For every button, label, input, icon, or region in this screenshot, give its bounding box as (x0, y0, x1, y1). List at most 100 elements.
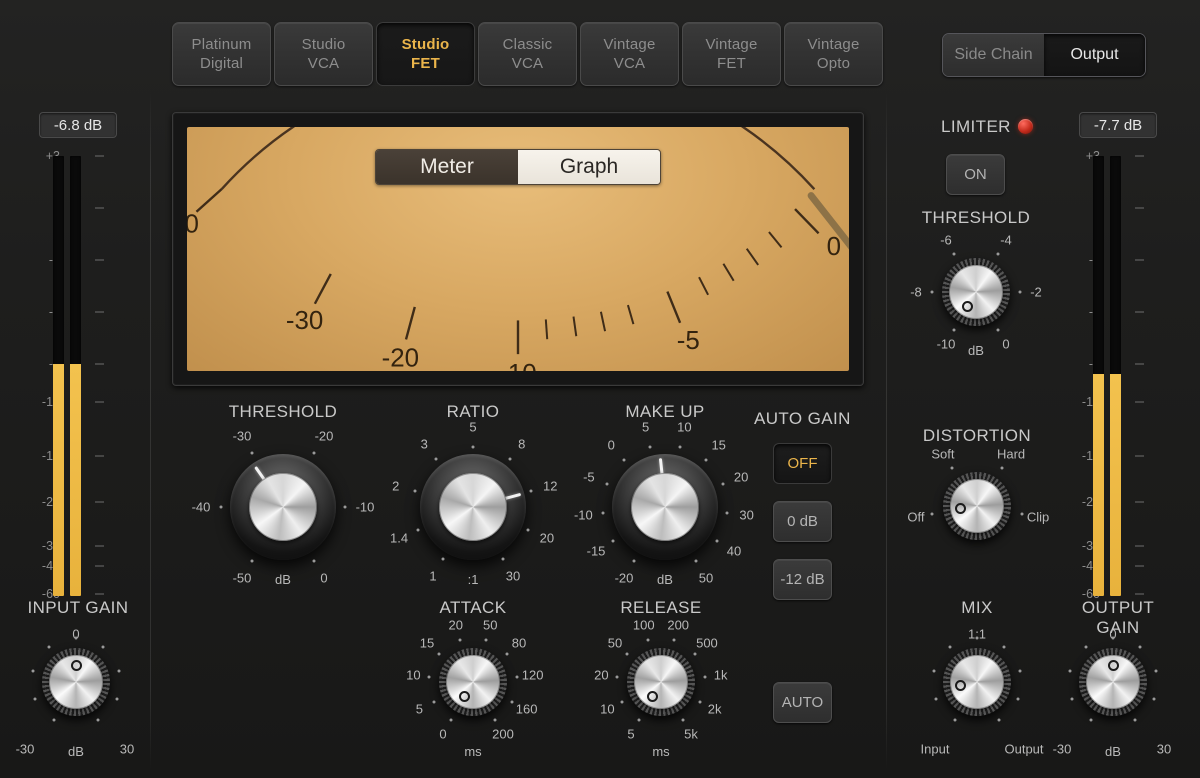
release-tick-dot (693, 652, 697, 656)
limiter-threshold-tick-dot (952, 328, 956, 332)
makeup-knob[interactable] (612, 454, 718, 560)
limiter-threshold-tick-dot (996, 252, 1000, 256)
threshold-tick-dot (343, 505, 347, 509)
vu-major-tick (794, 208, 820, 235)
output-gain-knob[interactable] (1079, 648, 1147, 716)
mix-tick-dot (953, 718, 957, 722)
makeup-tick-dot (721, 482, 725, 486)
mix-tick-dot (934, 697, 938, 701)
input-gain-tick-dot (96, 718, 100, 722)
release-tick-dot (703, 675, 707, 679)
model-button-classic-vca[interactable]: Classic VCA (478, 22, 577, 86)
model-button-line1: Vintage (705, 36, 758, 53)
release-tick-dot (672, 638, 676, 642)
tab-output[interactable]: Output (1044, 34, 1145, 76)
auto-gain-minus12db-button[interactable]: -12 dB (773, 559, 832, 600)
distortion-tick-dot (1000, 466, 1004, 470)
attack-tick-dot (449, 718, 453, 722)
input-meter-scale-dash (95, 501, 104, 503)
attack-knob[interactable] (439, 648, 507, 716)
output-gain-tick-dot (1084, 645, 1088, 649)
limiter-threshold-tick-dot (930, 290, 934, 294)
limiter-threshold-control: THRESHOLD dB -10 -8 -6 -4 -2 0 (903, 208, 1049, 358)
tab-side-chain[interactable]: Side Chain (943, 34, 1044, 76)
auto-release-button[interactable]: AUTO (773, 682, 832, 723)
mix-tick-dot (1018, 669, 1021, 673)
release-tick-label: 2k (707, 701, 722, 717)
release-tick-dot (681, 718, 685, 722)
ratio-tick-dot (441, 557, 445, 561)
release-knob[interactable] (627, 648, 695, 716)
distortion-tick-dot (1020, 512, 1024, 516)
model-button-studio-vca[interactable]: Studio VCA (274, 22, 373, 86)
attack-control: ATTACK ms 0 5 10 15 20 50 80 120 160 200 (400, 598, 546, 763)
input-meter-scale-dash (95, 401, 104, 403)
output-meter-column: -7.7 dB +30-3-6-9-12-18-24-30-40-60 OUTP… (1058, 112, 1178, 637)
input-meter-scale-dash (95, 593, 104, 595)
input-meter-scale-dash (95, 545, 104, 547)
ratio-tick-label: 2 (392, 478, 400, 494)
makeup-tick-dot (725, 511, 729, 515)
limiter-on-button[interactable]: ON (946, 154, 1005, 195)
mix-label: MIX (961, 598, 993, 617)
vu-tick-label: -20 (382, 345, 419, 371)
vu-meter-display: -50-30-20-10-50 Meter Graph (172, 112, 864, 386)
input-gain-knob[interactable] (42, 648, 110, 716)
output-gain-tick-dot (1154, 669, 1157, 673)
toggle-meter[interactable]: Meter (376, 150, 518, 184)
model-button-platinum-digital[interactable]: Platinum Digital (172, 22, 271, 86)
model-button-vintage-vca[interactable]: Vintage VCA (580, 22, 679, 86)
input-meter-scale-dash (95, 565, 104, 567)
release-tick-dot (625, 652, 629, 656)
vu-minor-tick (544, 319, 549, 340)
vu-minor-tick (626, 304, 635, 325)
distortion-knob[interactable] (943, 472, 1011, 540)
release-tick-dot (698, 700, 702, 704)
attack-tick-label: 5 (415, 701, 423, 717)
vu-minor-tick (698, 276, 709, 296)
panel-divider-left (150, 92, 151, 770)
attack-unit: ms (464, 744, 482, 759)
output-gain-tick-dot (1068, 669, 1072, 673)
vu-minor-tick (599, 311, 607, 332)
model-button-vintage-fet[interactable]: Vintage FET (682, 22, 781, 86)
input-gain-tick-dot (47, 645, 51, 649)
mix-knob[interactable] (943, 648, 1011, 716)
output-meter-scale-dash (1135, 311, 1144, 313)
auto-gain-0db-button[interactable]: 0 dB (773, 501, 832, 542)
attack-tick-dot (505, 652, 509, 656)
output-meter-scale-dash (1135, 207, 1144, 209)
limiter-threshold-knob[interactable] (942, 258, 1010, 326)
threshold-knob[interactable] (230, 454, 336, 560)
output-meter-scale-dash (1135, 155, 1144, 157)
ratio-knob[interactable] (420, 454, 526, 560)
auto-gain-off-button[interactable]: OFF (773, 443, 832, 484)
ratio-tick-label: 12 (543, 478, 558, 494)
makeup-tick-label: 50 (698, 570, 714, 586)
makeup-tick-label: -20 (614, 570, 634, 586)
panel-divider-right (886, 92, 887, 770)
threshold-tick-dot (250, 559, 254, 563)
model-button-line1: Classic (502, 36, 553, 53)
model-button-line2: VCA (613, 55, 646, 72)
model-button-vintage-opto[interactable]: Vintage Opto (784, 22, 883, 86)
mix-input-label: Input (920, 741, 950, 757)
limiter-threshold-label: THRESHOLD (921, 208, 1031, 227)
release-unit: ms (652, 744, 670, 759)
model-button-studio-fet[interactable]: Studio FET (376, 22, 475, 86)
toggle-graph[interactable]: Graph (518, 150, 660, 184)
vu-major-tick (404, 306, 416, 340)
model-button-line1: Vintage (807, 36, 860, 53)
input-meter-bars (53, 156, 87, 596)
release-tick-dot (646, 638, 650, 642)
ratio-tick-dot (416, 528, 420, 532)
ratio-tick-dot (526, 528, 530, 532)
release-tick-label: 20 (594, 667, 609, 683)
threshold-tick-dot (250, 451, 254, 455)
vu-tick-label: -30 (286, 307, 323, 335)
makeup-tick-label: -15 (586, 543, 606, 559)
makeup-tick-dot (715, 539, 719, 543)
attack-label: ATTACK (439, 598, 507, 617)
makeup-tick-dot (704, 458, 708, 462)
makeup-tick-dot (622, 458, 626, 462)
